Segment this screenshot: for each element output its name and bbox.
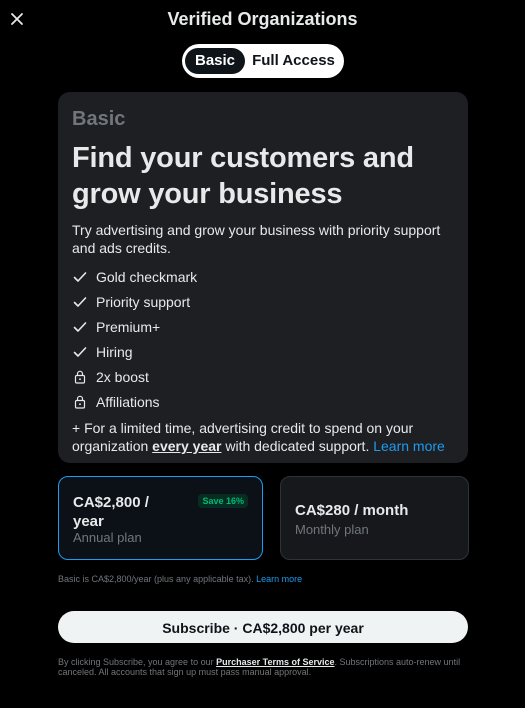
feature-item: Priority support	[72, 289, 454, 314]
feature-list: Gold checkmark Priority support Premium+…	[72, 264, 454, 414]
feature-label: Premium+	[96, 318, 161, 335]
save-badge: Save 16%	[198, 494, 248, 508]
pricing-note: Basic is CA$2,800/year (plus any applica…	[58, 574, 302, 584]
monthly-plan-label: Monthly plan	[295, 522, 369, 537]
legal-text: By clicking Subscribe, you agree to our …	[58, 657, 468, 677]
feature-label: 2x boost	[96, 368, 149, 385]
tab-full-access[interactable]: Full Access	[246, 48, 341, 74]
feature-item: Gold checkmark	[72, 264, 454, 289]
subscribe-button[interactable]: Subscribe · CA$2,800 per year	[58, 611, 468, 643]
annual-price: CA$2,800 / year	[73, 494, 149, 530]
card-headline: Find your customers and grow your busine…	[72, 142, 414, 210]
terms-of-service-link[interactable]: Purchaser Terms of Service	[216, 657, 334, 667]
check-icon	[72, 319, 88, 335]
lock-icon	[72, 394, 88, 410]
annual-plan-label: Annual plan	[73, 530, 142, 545]
check-icon	[72, 269, 88, 285]
pricing-learn-more-link[interactable]: Learn more	[256, 574, 302, 584]
tab-basic[interactable]: Basic	[185, 48, 245, 74]
check-icon	[72, 344, 88, 360]
tier-name: Basic	[72, 108, 126, 130]
annual-plan-option[interactable]: CA$2,800 / year Save 16% Annual plan	[58, 476, 263, 560]
feature-label: Priority support	[96, 293, 191, 310]
feature-label: Affiliations	[96, 393, 160, 410]
pricing-note-text: Basic is CA$2,800/year (plus any applica…	[58, 574, 257, 584]
plan-details-card: Basic Find your customers and grow your …	[58, 92, 468, 463]
feature-item: Hiring	[72, 339, 454, 364]
legal-prefix: By clicking Subscribe, you agree to our	[58, 657, 217, 667]
feature-item: Affiliations	[72, 389, 454, 414]
feature-item: 2x boost	[72, 364, 454, 389]
plan-tier-toggle: Basic Full Access	[182, 44, 344, 78]
feature-item: Premium+	[72, 314, 454, 339]
check-icon	[72, 294, 88, 310]
card-description: Try advertising and grow your business w…	[72, 222, 441, 256]
feature-label: Hiring	[96, 343, 133, 360]
promo-suffix: with dedicated support.	[221, 438, 374, 454]
lock-icon	[72, 369, 88, 385]
dialog-title: Verified Organizations	[167, 9, 358, 29]
promo-emphasis: every year	[152, 438, 222, 454]
learn-more-link[interactable]: Learn more	[373, 438, 445, 454]
promo-text: + For a limited time, advertising credit…	[72, 419, 454, 455]
monthly-price: CA$280 / month	[295, 502, 409, 519]
monthly-plan-option[interactable]: CA$280 / month Monthly plan	[280, 476, 469, 560]
feature-label: Gold checkmark	[96, 268, 198, 285]
